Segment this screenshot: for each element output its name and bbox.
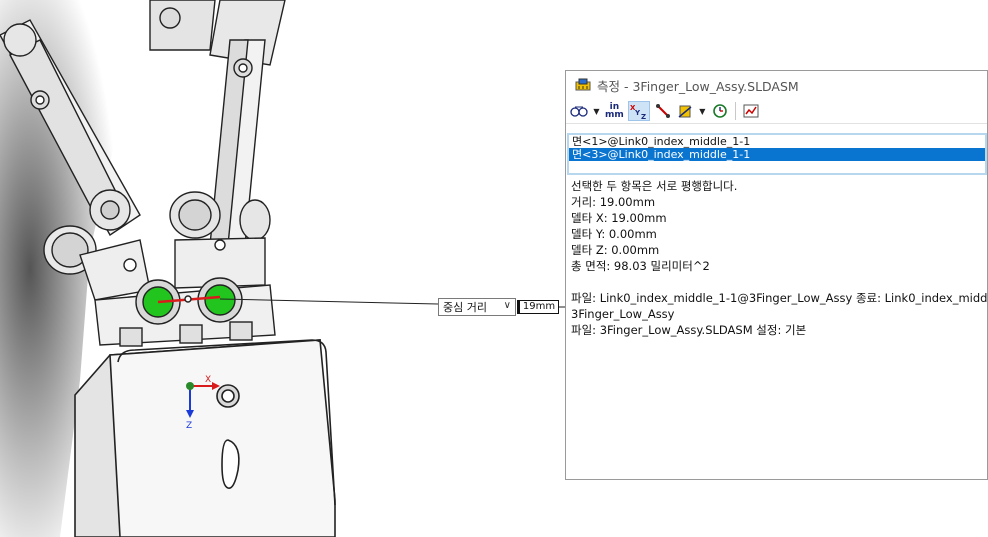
base-housing — [74, 339, 336, 537]
selection-list[interactable]: 면<1>@Link0_index_middle_1-1 면<3>@Link0_i… — [567, 133, 987, 175]
sensor-icon[interactable] — [742, 101, 760, 121]
xyz-delta-icon[interactable]: XYZ — [627, 101, 650, 121]
chevron-down-icon: ∨ — [503, 300, 511, 311]
history-icon[interactable] — [711, 101, 729, 121]
svg-text:Y: Y — [634, 109, 641, 117]
arc-condition-icon[interactable] — [570, 101, 588, 121]
parallel-note: 선택한 두 항목은 서로 평행합니다. — [571, 179, 738, 193]
projection-dropdown[interactable]: ▼ — [698, 107, 707, 116]
delta-z-value: 델타 Z: 0.00mm — [571, 243, 660, 257]
callout-mode-label: 중심 거리 — [443, 301, 487, 314]
measure-tool-icon — [575, 78, 591, 91]
delta-x-value: 델타 X: 19.00mm — [571, 211, 667, 225]
dialog-title: 측정 - 3Finger_Low_Assy.SLDASM — [597, 78, 799, 94]
file-info-line-1: 파일: Link0_index_middle_1-1@3Finger_Low_A… — [571, 291, 988, 305]
triad-z-label: Z — [186, 421, 192, 431]
measure-dialog: 측정 - 3Finger_Low_Assy.SLDASM ▼ in mm XYZ … — [565, 70, 988, 480]
svg-text:Z: Z — [641, 113, 646, 120]
triad-x-label: X — [205, 375, 211, 385]
measurement-results: 선택한 두 항목은 서로 평행합니다. 거리: 19.00mm 델타 X: 19… — [566, 175, 987, 338]
measure-toolbar: ▼ in mm XYZ ▼ — [566, 99, 987, 124]
callout-distance-value: 19mm — [517, 300, 559, 314]
delta-y-value: 델타 Y: 0.00mm — [571, 227, 657, 241]
toolbar-separator — [734, 102, 736, 120]
selection-item-face-3[interactable]: 면<3>@Link0_index_middle_1-1 — [569, 148, 985, 161]
point-to-point-icon[interactable] — [654, 101, 672, 121]
arc-condition-dropdown[interactable]: ▼ — [592, 107, 601, 116]
file-info-line-3: 파일: 3Finger_Low_Assy.SLDASM 설정: 기본 — [571, 323, 807, 337]
units-in-mm-icon[interactable]: in mm — [605, 101, 624, 121]
distance-value: 거리: 19.00mm — [571, 195, 656, 209]
file-info-line-2: 3Finger_Low_Assy — [571, 307, 675, 321]
selection-item-face-1[interactable]: 면<1>@Link0_index_middle_1-1 — [569, 135, 985, 148]
total-area-value: 총 면적: 98.03 밀리미터^2 — [571, 259, 710, 273]
projection-icon[interactable] — [676, 101, 694, 121]
face-3-highlight — [204, 284, 236, 316]
center-distance-dropdown[interactable]: 중심 거리 ∨ — [438, 298, 516, 316]
dialog-titlebar[interactable]: 측정 - 3Finger_Low_Assy.SLDASM — [566, 71, 987, 99]
right-finger — [149, 0, 286, 289]
